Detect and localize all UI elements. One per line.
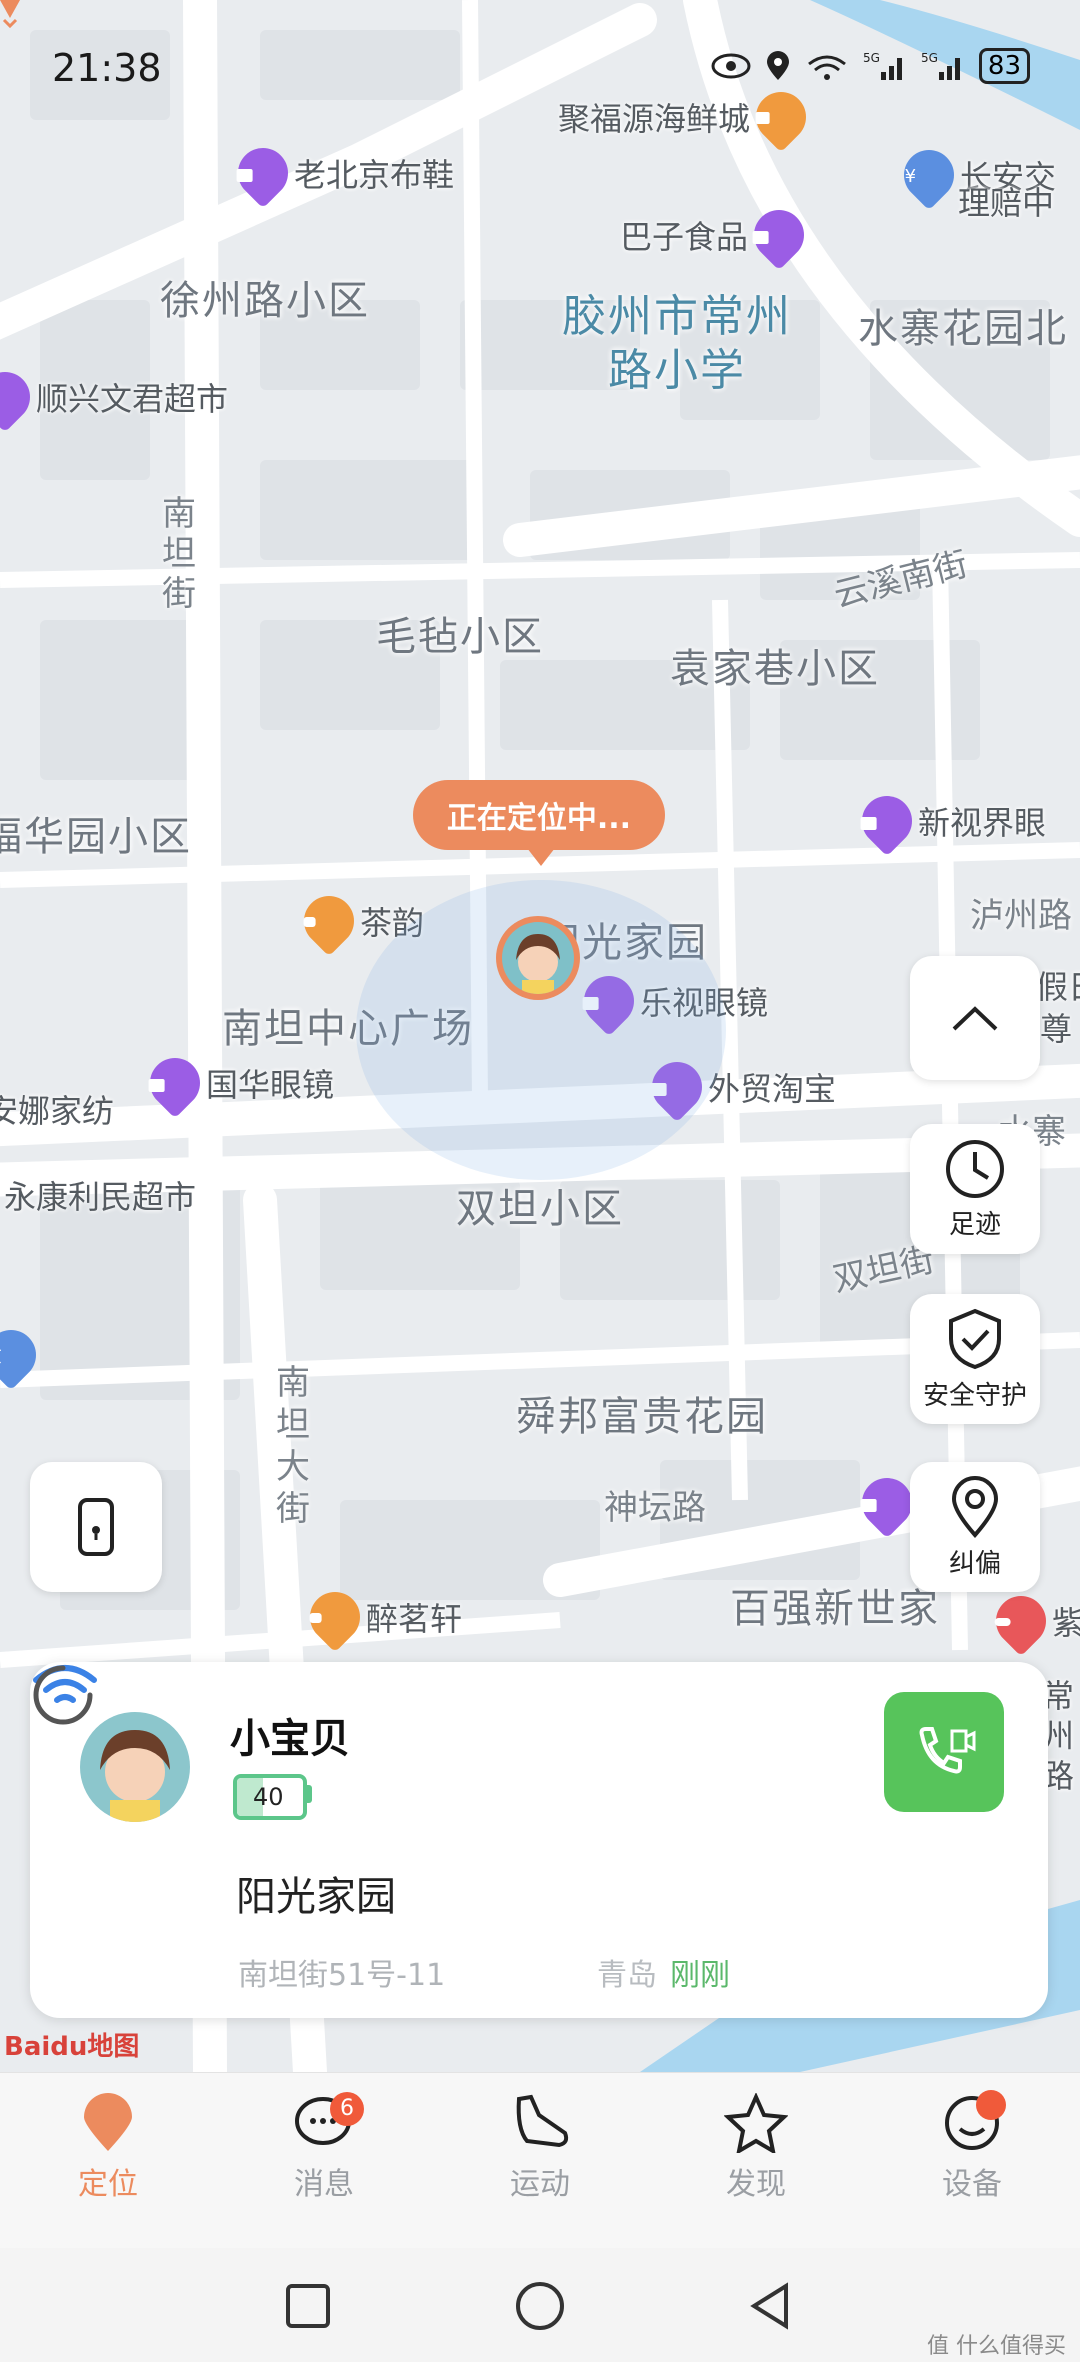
collapse-button[interactable]: [910, 956, 1040, 1080]
device-notification-dot: [976, 2090, 1006, 2120]
poi-shunxing[interactable]: 顺兴文君超市: [0, 361, 228, 433]
road-label-luzhou: 泸州路: [970, 896, 1072, 936]
poi-zun[interactable]: 尊: [1040, 1004, 1072, 1050]
battery-value: 40: [253, 1783, 284, 1811]
bottom-nav: 定位 消息 运动 发现 设备: [0, 2072, 1080, 2249]
area-label-fuhuayuan: 福华园小区: [0, 814, 192, 860]
status-bar: 21:38 5G 5G 83: [0, 40, 1080, 110]
nav-discover[interactable]: 发现: [696, 2093, 816, 2203]
poi-shopping-right[interactable]: [851, 1467, 923, 1539]
poi-wen[interactable]: 文 文: [0, 1319, 47, 1391]
city-prefix: 青岛: [597, 1958, 657, 1993]
shield-icon: [949, 1308, 1001, 1369]
signal-5g-icon: 5G: [863, 51, 902, 80]
location-pin-icon: [951, 1475, 999, 1538]
poi-jiaguo[interactable]: 假日: [1036, 962, 1080, 1008]
svg-text:5G: 5G: [863, 51, 880, 65]
finance-icon: ¥: [893, 139, 965, 211]
messages-badge: 6: [330, 2092, 364, 2126]
poi-zi[interactable]: 紫: [985, 1585, 1080, 1657]
poi-laobeijing[interactable]: 老北京布鞋: [227, 137, 454, 209]
shoe-icon: [516, 2094, 569, 2148]
poi-annajiafang[interactable]: 安娜家纺: [0, 1086, 114, 1132]
nav-messages[interactable]: 消息: [264, 2093, 384, 2203]
clock-icon: [946, 1139, 1004, 1198]
road-label-nantanjie: 南坦街: [162, 494, 196, 614]
child-name: 小宝贝: [230, 1716, 350, 1762]
poi-xinshijie[interactable]: 新视界眼: [851, 785, 1046, 857]
area-label-shuizhai: 水寨花园北: [858, 306, 1068, 352]
poi-lipei[interactable]: 理赔中: [958, 178, 1054, 224]
shopping-bag-icon: [851, 785, 923, 857]
svg-text:¥: ¥: [905, 166, 916, 187]
map-view[interactable]: 胶州市常州路小学 徐州路小区 毛毡小区 袁家巷小区 福华园小区 双坦小区 舜邦富…: [0, 0, 1080, 2072]
chevron-up-icon: [952, 1006, 998, 1031]
road-label-shentanlu: 神坛路: [604, 1488, 706, 1528]
battery-indicator: 40: [233, 1774, 307, 1820]
clock: 21:38: [52, 46, 162, 90]
child-avatar: [80, 1712, 190, 1822]
recent-apps-icon[interactable]: [284, 2282, 332, 2330]
poi-guohua[interactable]: 国华眼镜: [139, 1047, 334, 1119]
area-label-shuangtan: 双坦小区: [456, 1186, 624, 1232]
place-name: 阳光家园: [236, 1874, 396, 1920]
poi-zuimingxuan[interactable]: 醉茗轩: [299, 1581, 462, 1653]
correct-location-button[interactable]: 纠偏: [910, 1462, 1040, 1592]
tea-cup-icon: [299, 1581, 371, 1653]
update-time: 刚刚: [670, 1958, 730, 1993]
watermark: 值 什么值得买: [927, 2334, 1066, 2359]
video-call-icon: [919, 1727, 976, 1774]
home-icon[interactable]: [514, 2280, 566, 2332]
back-icon[interactable]: [746, 2280, 794, 2332]
tea-cup-icon: [293, 885, 365, 957]
shopping-bag-icon: [227, 137, 299, 209]
wifi-status-icon: [807, 55, 846, 80]
area-label-shunbang: 舜邦富贵花园: [516, 1394, 768, 1440]
shopping-bag-icon: [0, 361, 41, 433]
shopping-bag-icon: [139, 1047, 211, 1119]
poi-yongkang[interactable]: 永康利民超市: [4, 1172, 196, 1218]
star-icon: [724, 2093, 788, 2153]
school-label: 胶州市常州路小学: [562, 291, 792, 396]
video-call-button[interactable]: [884, 1692, 1004, 1812]
area-label-xuzhoulu: 徐州路小区: [160, 278, 370, 324]
security-button[interactable]: 安全守护: [910, 1294, 1040, 1424]
status-icons: 5G 5G 83: [711, 48, 1030, 84]
locating-bubble: 正在定位中...: [413, 780, 665, 866]
svg-text:5G: 5G: [921, 51, 938, 65]
area-label-maozhan: 毛毡小区: [376, 614, 544, 660]
refresh-icon[interactable]: [30, 1662, 96, 1728]
road-label-nantandajie: 南坦大街: [276, 1363, 310, 1529]
svg-text:文: 文: [0, 1346, 2, 1367]
device-info-card[interactable]: 小宝贝 40 阳光家园 南坦街51号-11 青岛 刚刚: [30, 1662, 1048, 2018]
shopping-bag-icon: [743, 199, 815, 271]
location-pin-icon: [84, 2093, 132, 2151]
nav-sport[interactable]: 运动: [480, 2093, 600, 2203]
footprint-button[interactable]: 足迹: [910, 1124, 1040, 1254]
child-location-pin[interactable]: [496, 916, 580, 1000]
child-avatar-icon: [502, 922, 574, 994]
poi-bazi[interactable]: 巴子食品: [620, 199, 815, 271]
watch-icon: [78, 1498, 114, 1556]
battery-tip: [306, 1785, 312, 1803]
nav-locate[interactable]: 定位: [48, 2093, 168, 2203]
nav-device[interactable]: 设备: [912, 2093, 1032, 2203]
system-nav-bar: [0, 2248, 1080, 2362]
area-label-baiqiang: 百强新世家: [730, 1586, 940, 1632]
map-attribution: Baidu地图: [4, 2032, 140, 2062]
address: 南坦街51号-11: [238, 1958, 446, 1993]
eye-icon: [711, 53, 751, 79]
battery-status: 83: [978, 48, 1030, 84]
signal-5g-icon-2: 5G: [921, 51, 960, 80]
medicine-icon: [985, 1585, 1057, 1657]
pin-tip-icon: [0, 0, 20, 28]
location-icon: [766, 51, 789, 80]
watch-device-button[interactable]: [30, 1462, 162, 1592]
area-label-yuanjiaxiang: 袁家巷小区: [670, 646, 880, 692]
